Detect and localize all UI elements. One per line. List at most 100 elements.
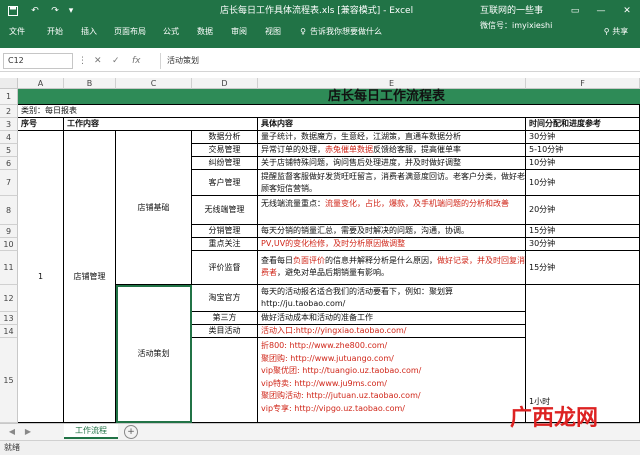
detail-cell[interactable]: 每天的活动报名适合我们的活动要看下，例如：聚划算 http://ju.taobao… <box>258 285 526 312</box>
fx-icon[interactable]: fx <box>132 53 141 69</box>
share-button[interactable]: ⚲ 共享 <box>596 22 636 42</box>
time-cell[interactable]: 10分钟 <box>526 157 640 170</box>
name-box[interactable]: C12 <box>3 53 73 69</box>
main-item-cell[interactable]: 店铺管理 <box>64 131 116 423</box>
add-sheet-icon[interactable]: + <box>124 425 138 439</box>
header-seq[interactable]: 序号 <box>18 118 64 131</box>
undo-icon[interactable]: ↶ <box>28 0 42 22</box>
ribbon-display-icon[interactable]: ▭ <box>562 0 588 22</box>
item-cell[interactable]: 重点关注 <box>192 238 258 251</box>
next-sheet-icon[interactable]: ▶ <box>22 426 34 438</box>
header-time[interactable]: 时间分配和进度参考 <box>526 118 640 131</box>
cancel-icon[interactable]: ✕ <box>94 53 102 69</box>
worksheet-grid[interactable]: A B C D E F 1 2 3 4 5 6 7 8 9 10 11 12 1… <box>0 78 640 423</box>
enter-icon[interactable]: ✓ <box>112 53 120 69</box>
tab-data[interactable]: 数据 <box>194 22 216 42</box>
row-header-5[interactable]: 5 <box>0 144 18 157</box>
site-link[interactable]: vip聚优团: http://tuangio.uz.taobao.com/ <box>261 365 525 378</box>
category-cell[interactable]: 类别：每日报表 <box>18 105 640 118</box>
item-cell[interactable]: 客户管理 <box>192 170 258 196</box>
tab-home[interactable]: 开始 <box>44 22 66 42</box>
site-link[interactable]: vip特卖: http://www.ju9ms.com/ <box>261 378 525 391</box>
item-cell[interactable]: 类目活动 <box>192 325 258 338</box>
row-header-7[interactable]: 7 <box>0 170 18 196</box>
site-link[interactable]: vip专享: http://vipgo.uz.taobao.com/ <box>261 403 525 416</box>
tab-page-layout[interactable]: 页面布局 <box>110 22 150 42</box>
watermark: 广西龙网 <box>510 405 599 431</box>
item-cell[interactable]: 分销管理 <box>192 225 258 238</box>
row-header-4[interactable]: 4 <box>0 131 18 144</box>
formula-input[interactable]: 活动策划 <box>160 53 636 69</box>
row-header-14[interactable]: 14 <box>0 325 18 338</box>
detail-cell[interactable]: 做好活动成本和活动的准备工作 <box>258 312 526 325</box>
group-a-cell[interactable]: 店铺基础 <box>116 131 192 285</box>
detail-cell[interactable]: 查看每日负面评价的信息并解释分析是什么原因，做好记录，并及时回复消费者，避免对单… <box>258 251 526 285</box>
customize-qat-icon[interactable]: ▾ <box>66 0 76 22</box>
site-link[interactable]: 折800: http://www.zhe800.com/ <box>261 340 525 353</box>
item-cell[interactable]: 第三方 <box>192 312 258 325</box>
time-cell[interactable]: 10分钟 <box>526 170 640 196</box>
time-cell[interactable]: 30分钟 <box>526 131 640 144</box>
time-cell[interactable]: 30分钟 <box>526 238 640 251</box>
site-link[interactable]: 聚团购活动: http://jutuan.uz.taobao.com/ <box>261 390 525 403</box>
item-cell[interactable]: 数据分析 <box>192 131 258 144</box>
detail-cell[interactable]: 量子统计，数据魔方，生意经，江湖策，直通车数据分析 <box>258 131 526 144</box>
group-b-cell-selected[interactable]: 活动策划 <box>116 285 192 423</box>
column-header-d[interactable]: D <box>192 78 258 89</box>
tab-insert[interactable]: 插入 <box>78 22 100 42</box>
item-cell-empty[interactable] <box>192 338 258 423</box>
detail-cell[interactable]: 无线端流量重点：流量变化，占比，爆款，及手机端问题的分析和改善 <box>258 196 526 225</box>
row-header-6[interactable]: 6 <box>0 157 18 170</box>
column-header-f[interactable]: F <box>526 78 640 89</box>
sheet-tab-active[interactable]: 工作流程 <box>64 424 118 439</box>
row-header-3[interactable]: 3 <box>0 118 18 131</box>
row-header-9[interactable]: 9 <box>0 225 18 238</box>
detail-cell[interactable]: 每天分销的销量汇总，需要及时解决的问题，沟通，协调。 <box>258 225 526 238</box>
detail-link[interactable]: http://ju.taobao.com/ <box>261 298 525 310</box>
detail-cell[interactable]: 提醒监督客服做好发货旺旺留言，消费者满意度回访。老客户分类，做好老顾客短信营销。 <box>258 170 526 196</box>
column-header-e[interactable]: E <box>258 78 526 89</box>
item-cell[interactable]: 淘宝官方 <box>192 285 258 312</box>
row-header-8[interactable]: 8 <box>0 196 18 225</box>
row-header-1[interactable]: 1 <box>0 89 18 105</box>
row-header-15[interactable]: 15 <box>0 338 18 423</box>
item-cell[interactable]: 交易管理 <box>192 144 258 157</box>
close-button[interactable]: ✕ <box>614 0 640 22</box>
sheet-title-band[interactable]: 店长每日工作流程表 <box>18 89 640 105</box>
seq-cell[interactable]: 1 <box>18 131 64 423</box>
row-header-10[interactable]: 10 <box>0 238 18 251</box>
row-header-13[interactable]: 13 <box>0 312 18 325</box>
item-cell[interactable]: 无线端管理 <box>192 196 258 225</box>
time-cell[interactable]: 20分钟 <box>526 196 640 225</box>
time-cell[interactable]: 15分钟 <box>526 225 640 238</box>
column-header-a[interactable]: A <box>18 78 64 89</box>
tab-review[interactable]: 审阅 <box>228 22 250 42</box>
item-cell[interactable]: 评价监督 <box>192 251 258 285</box>
detail-cell[interactable]: 关于店铺特殊问题，询问售后处理进度，并及时做好调整 <box>258 157 526 170</box>
tell-me-box[interactable]: 告诉我你想要做什么 <box>310 22 386 42</box>
prev-sheet-icon[interactable]: ◀ <box>6 426 18 438</box>
header-content[interactable]: 工作内容 <box>64 118 258 131</box>
links-cell[interactable]: 折800: http://www.zhe800.com/ 聚团购: http:/… <box>258 338 526 423</box>
time-cell[interactable]: 15分钟 <box>526 251 640 285</box>
header-detail[interactable]: 具体内容 <box>258 118 526 131</box>
tab-formulas[interactable]: 公式 <box>160 22 182 42</box>
save-icon[interactable] <box>6 0 20 22</box>
row-header-2[interactable]: 2 <box>0 105 18 118</box>
detail-cell[interactable]: PV,UV的变化检修，及时分析原因做调整 <box>258 238 526 251</box>
detail-cell[interactable]: 异常订单的处理，赤兔催单数据反馈给客服，提高催单率 <box>258 144 526 157</box>
row-header-11[interactable]: 11 <box>0 251 18 285</box>
time-cell[interactable]: 5-10分钟 <box>526 144 640 157</box>
select-all-corner[interactable] <box>0 78 18 89</box>
minimize-button[interactable]: — <box>588 0 614 22</box>
site-link[interactable]: 聚团购: http://www.jutuango.com/ <box>261 353 525 366</box>
column-header-c[interactable]: C <box>116 78 192 89</box>
detail-cell[interactable]: 活动入口:http://yingxiao.taobao.com/ <box>258 325 526 338</box>
item-cell[interactable]: 纠纷管理 <box>192 157 258 170</box>
column-header-b[interactable]: B <box>64 78 116 89</box>
more-options-icon[interactable]: ⋮ <box>78 53 87 69</box>
redo-icon[interactable]: ↷ <box>48 0 62 22</box>
tab-view[interactable]: 视图 <box>262 22 284 42</box>
row-header-12[interactable]: 12 <box>0 285 18 312</box>
tab-file[interactable]: 文件 <box>6 22 28 42</box>
